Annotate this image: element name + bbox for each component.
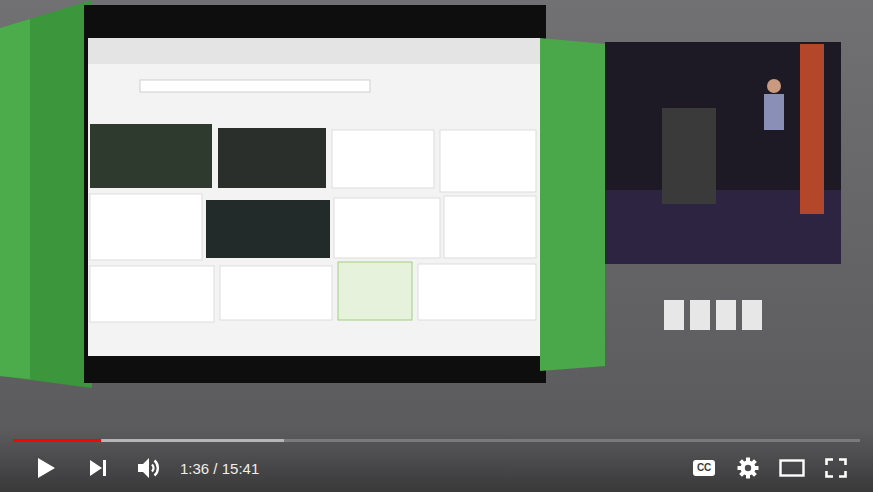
play-button[interactable] bbox=[20, 444, 72, 492]
video-frame[interactable] bbox=[0, 0, 873, 492]
theater-button[interactable] bbox=[770, 444, 814, 492]
fullscreen-icon bbox=[825, 458, 847, 478]
theater-icon bbox=[779, 459, 805, 477]
fullscreen-button[interactable] bbox=[814, 444, 858, 492]
next-icon bbox=[89, 459, 107, 477]
player-controls: 1:36 / 15:41 CC bbox=[0, 430, 873, 492]
video-player[interactable]: 1:36 / 15:41 CC bbox=[0, 0, 873, 492]
captions-button[interactable]: CC bbox=[682, 444, 726, 492]
volume-icon bbox=[137, 456, 163, 480]
captions-label: CC bbox=[693, 460, 715, 476]
settings-button[interactable] bbox=[726, 444, 770, 492]
volume-button[interactable] bbox=[124, 444, 176, 492]
played-fill bbox=[13, 439, 101, 442]
control-row: 1:36 / 15:41 CC bbox=[0, 444, 873, 492]
next-button[interactable] bbox=[72, 444, 124, 492]
progress-bar[interactable] bbox=[13, 439, 860, 442]
time-display: 1:36 / 15:41 bbox=[180, 460, 259, 477]
gear-icon bbox=[737, 457, 759, 479]
play-icon bbox=[36, 457, 56, 479]
